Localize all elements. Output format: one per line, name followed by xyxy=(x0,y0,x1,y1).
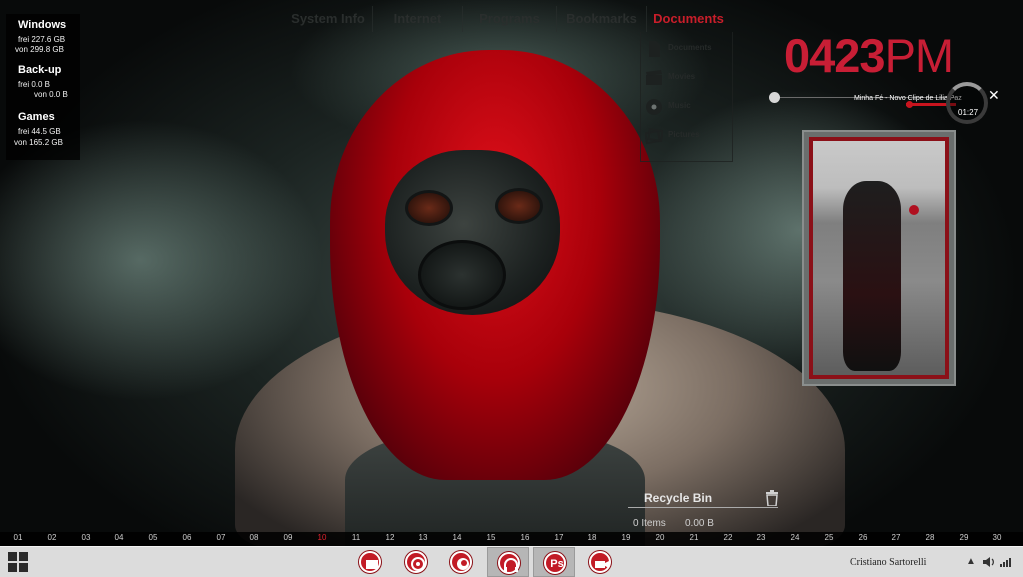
calendar-day[interactable]: 27 xyxy=(886,533,906,542)
taskbar-app-chrome[interactable] xyxy=(402,549,430,576)
wallpaper-mask-eye-right xyxy=(495,188,543,224)
calendar-day[interactable]: 13 xyxy=(413,533,433,542)
calendar-day[interactable]: 26 xyxy=(853,533,873,542)
calendar-day[interactable]: 05 xyxy=(143,533,163,542)
calendar-day[interactable]: 12 xyxy=(380,533,400,542)
video-camera-icon xyxy=(595,561,609,568)
menu-item-label: Music xyxy=(668,101,691,110)
menu-item-label: Movies xyxy=(668,72,696,81)
calendar-day[interactable]: 17 xyxy=(549,533,569,542)
menu-item-pictures[interactable]: Pictures xyxy=(641,125,734,149)
file-explorer-icon xyxy=(366,560,378,569)
calendar-day[interactable]: 28 xyxy=(920,533,940,542)
drive-info-widget: Windows frei 227.6 GB von 299.8 GB Back-… xyxy=(6,14,80,160)
drive-name: Windows xyxy=(18,19,67,31)
calendar-day[interactable]: 03 xyxy=(76,533,96,542)
photo-figure xyxy=(843,181,901,371)
clock-widget: 0423PM xyxy=(784,28,954,84)
calendar-day[interactable]: 11 xyxy=(346,533,366,542)
calendar-day[interactable]: 14 xyxy=(447,533,467,542)
music-player-ring[interactable] xyxy=(946,82,988,124)
taskbar-app-video[interactable] xyxy=(586,549,614,576)
music-progress-handle[interactable] xyxy=(906,101,913,108)
taskbar-app-music[interactable] xyxy=(487,547,529,577)
photo-frame-border xyxy=(809,137,949,379)
tab-internet[interactable]: Internet xyxy=(372,6,462,32)
windows-start-icon[interactable] xyxy=(8,552,28,572)
document-icon xyxy=(649,41,660,57)
recycle-bin-items: 0 Items xyxy=(633,518,666,529)
tab-bookmarks[interactable]: Bookmarks xyxy=(556,6,646,32)
calendar-day[interactable]: 10 xyxy=(312,533,332,542)
calendar-day[interactable]: 23 xyxy=(751,533,771,542)
documents-dropdown: Documents Movies Music Pictures xyxy=(640,32,733,162)
pictures-icon xyxy=(645,128,663,145)
calendar-day[interactable]: 09 xyxy=(278,533,298,542)
music-volume-knob[interactable] xyxy=(769,92,780,103)
photo-image xyxy=(813,141,945,375)
calendar-day[interactable]: 08 xyxy=(244,533,264,542)
top-navigation: System Info Internet Programs Bookmarks … xyxy=(284,6,730,32)
clock-digits: 0423 xyxy=(784,29,886,82)
calendar-day[interactable]: 18 xyxy=(582,533,602,542)
volume-icon[interactable] xyxy=(982,556,996,568)
drive-total: von 0.0 B xyxy=(34,90,68,99)
calendar-day[interactable]: 19 xyxy=(616,533,636,542)
trash-icon[interactable] xyxy=(765,490,779,506)
taskbar-app-photoshop[interactable]: Ps xyxy=(533,547,575,577)
calendar-strip: 01 02 03 04 05 06 07 08 09 10 11 12 13 14 15 16 17 18 19 20… xyxy=(0,532,1023,546)
headphones-icon xyxy=(504,558,518,572)
clock-ampm: PM xyxy=(884,29,954,82)
drive-total: von 299.8 GB xyxy=(15,45,64,54)
taskbar-user-name[interactable]: Cristiano Sartorelli xyxy=(850,557,926,568)
calendar-day[interactable]: 21 xyxy=(684,533,704,542)
calendar-day[interactable]: 20 xyxy=(650,533,670,542)
firefox-icon xyxy=(457,558,469,570)
calendar-day[interactable]: 29 xyxy=(954,533,974,542)
menu-item-documents[interactable]: Documents xyxy=(641,38,734,62)
signal-icon[interactable] xyxy=(999,556,1013,568)
calendar-day[interactable]: 04 xyxy=(109,533,129,542)
drive-free: frei 0.0 B xyxy=(18,80,51,89)
photoshop-icon: Ps xyxy=(550,558,564,570)
menu-item-label: Documents xyxy=(668,43,712,52)
tab-documents[interactable]: Documents xyxy=(646,6,730,32)
calendar-day[interactable]: 01 xyxy=(8,533,28,542)
recycle-bin-divider xyxy=(628,507,778,508)
calendar-day[interactable]: 22 xyxy=(718,533,738,542)
recycle-bin-title[interactable]: Recycle Bin xyxy=(644,491,712,505)
tray-chevron-up-icon[interactable]: ▲ xyxy=(966,556,976,567)
clapperboard-icon xyxy=(646,70,662,85)
recycle-bin-size: 0.00 B xyxy=(685,518,714,529)
tab-system-info[interactable]: System Info xyxy=(284,6,372,32)
music-close-icon[interactable]: ✕ xyxy=(988,88,1000,102)
calendar-day[interactable]: 15 xyxy=(481,533,501,542)
disc-icon xyxy=(646,99,662,115)
taskbar-app-firefox[interactable] xyxy=(447,549,475,576)
menu-item-label: Pictures xyxy=(668,130,700,139)
photo-frame-widget[interactable] xyxy=(802,130,956,386)
music-elapsed-time: 01:27 xyxy=(958,108,979,117)
calendar-day[interactable]: 02 xyxy=(42,533,62,542)
calendar-day[interactable]: 25 xyxy=(819,533,839,542)
drive-free: frei 44.5 GB xyxy=(18,127,61,136)
calendar-day[interactable]: 16 xyxy=(515,533,535,542)
photo-rose xyxy=(909,205,919,215)
menu-item-movies[interactable]: Movies xyxy=(641,67,734,91)
drive-name: Back-up xyxy=(18,64,62,76)
drive-total: von 165.2 GB xyxy=(14,138,63,147)
drive-name: Games xyxy=(18,111,55,123)
calendar-day[interactable]: 24 xyxy=(785,533,805,542)
calendar-day[interactable]: 06 xyxy=(177,533,197,542)
wallpaper-mask-filter xyxy=(418,240,506,310)
chrome-icon xyxy=(411,557,425,571)
calendar-day[interactable]: 07 xyxy=(211,533,231,542)
menu-item-music[interactable]: Music xyxy=(641,96,734,120)
taskbar-app-explorer[interactable] xyxy=(356,549,384,576)
drive-free: frei 227.6 GB xyxy=(18,35,66,44)
tab-programs[interactable]: Programs xyxy=(462,6,556,32)
wallpaper-mask-eye-left xyxy=(405,190,453,226)
calendar-day[interactable]: 30 xyxy=(987,533,1007,542)
